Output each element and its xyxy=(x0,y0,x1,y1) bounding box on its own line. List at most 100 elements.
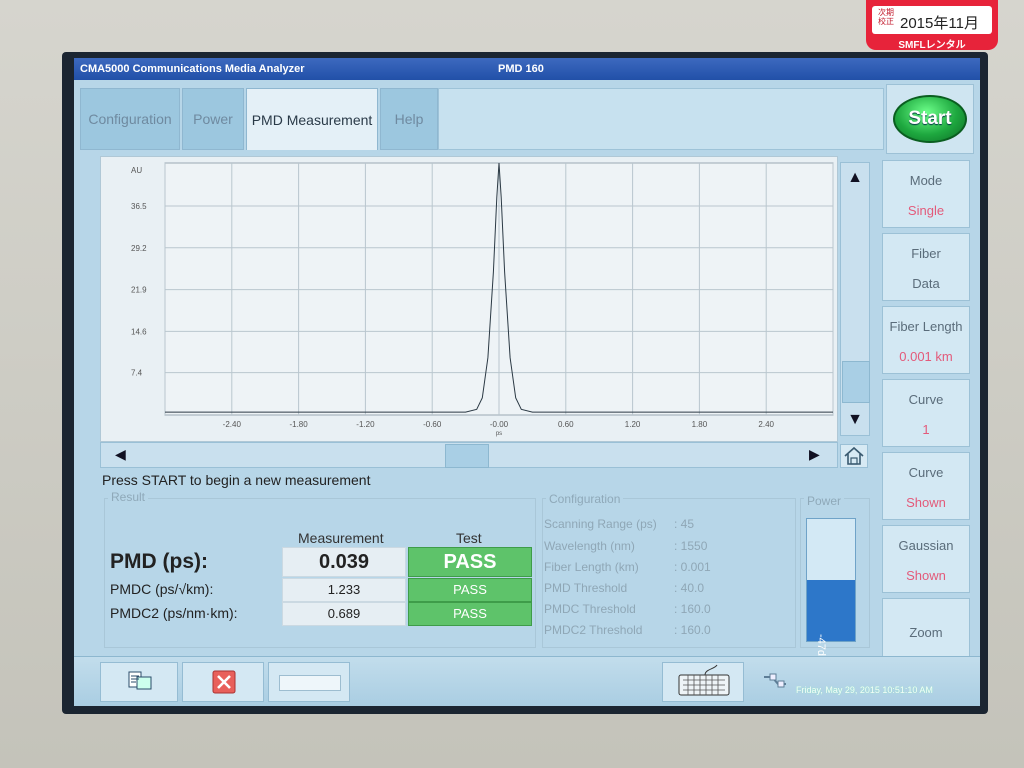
x-tick-label: -2.40 xyxy=(223,420,242,429)
test-header: Test xyxy=(456,530,482,546)
pmd-value: 0.039 xyxy=(282,547,406,577)
vertical-scroll-thumb[interactable] xyxy=(842,361,870,403)
measurement-header: Measurement xyxy=(298,530,384,546)
pmdc2-label: PMDC2 (ps/nm·km): xyxy=(110,605,238,621)
title-bar: CMA5000 Communications Media Analyzer PM… xyxy=(74,58,980,80)
cfg-wavelength-label: Wavelength (nm) xyxy=(544,539,635,553)
pmdc-value: 1.233 xyxy=(282,578,406,602)
home-glyph xyxy=(844,446,864,465)
gaussian-label: Gaussian xyxy=(898,538,954,553)
x-tick-label: -0.60 xyxy=(423,420,442,429)
cfg-scanning-range-label: Scanning Range (ps) xyxy=(544,517,657,531)
result-legend: Result xyxy=(108,490,149,504)
scroll-up-icon[interactable]: ▲ xyxy=(841,169,869,187)
x-tick-label: -0.00 xyxy=(490,420,509,429)
cfg-pmdc2-threshold-label: PMDC2 Threshold xyxy=(544,623,643,637)
network-icon xyxy=(762,671,788,696)
scroll-down-icon[interactable]: ▼ xyxy=(841,411,869,429)
taskbar: Friday, May 29, 2015 10:51:10 AM xyxy=(74,656,980,706)
pmdc-test-result: PASS xyxy=(408,578,532,602)
x-tick-label: -1.80 xyxy=(289,420,308,429)
keyboard-icon xyxy=(678,664,730,696)
curve-shown-button[interactable]: Curve Shown xyxy=(882,452,970,520)
home-icon[interactable] xyxy=(840,444,868,468)
start-button-label: Start xyxy=(893,95,967,143)
y-tick-label: 7.4 xyxy=(131,369,143,378)
curve-label: Curve xyxy=(908,392,944,407)
close-button[interactable] xyxy=(182,662,264,702)
sticker-inner: 次期校正 2015年11月 xyxy=(872,6,992,34)
cfg-pmdc2-threshold-value: : 160.0 xyxy=(674,623,711,637)
x-tick-label: 1.20 xyxy=(625,420,641,429)
close-icon xyxy=(212,670,236,694)
network-glyph xyxy=(764,673,786,688)
mode-button[interactable]: Mode Single xyxy=(882,160,970,228)
blank-slot xyxy=(279,675,341,691)
curve-button[interactable]: Curve 1 xyxy=(882,379,970,447)
x-axis-label: ps xyxy=(496,431,502,437)
vertical-scrollbar[interactable]: ▲ ▼ xyxy=(840,162,870,436)
cfg-pmdc-threshold-label: PMDC Threshold xyxy=(544,602,636,616)
status-message: Press START to begin a new measurement xyxy=(102,472,371,488)
zoom-label: Zoom xyxy=(909,625,943,640)
power-meter: -47dB xyxy=(806,518,856,663)
sticker-brand: SMFLレンタル xyxy=(898,40,966,51)
scroll-left-icon[interactable]: ◀ xyxy=(115,446,126,463)
cfg-pmd-threshold-label: PMD Threshold xyxy=(544,581,628,595)
power-legend: Power xyxy=(804,494,845,508)
y-tick-label: 14.6 xyxy=(131,327,147,336)
pmdc-label: PMDC (ps/√km): xyxy=(110,581,214,597)
fiber-length-value: 0.001 km xyxy=(899,349,953,364)
y-tick-label: 21.9 xyxy=(131,286,147,295)
fiber-data-sub: Data xyxy=(912,276,940,291)
horizontal-scroll-thumb[interactable] xyxy=(445,444,489,468)
start-button[interactable]: Start xyxy=(886,84,974,154)
gaussian-button[interactable]: Gaussian Shown xyxy=(882,525,970,593)
fiber-data-button[interactable]: Fiber Data xyxy=(882,233,970,301)
module-title: PMD 160 xyxy=(498,63,544,75)
tab-configuration[interactable]: Configuration xyxy=(80,88,180,150)
pmd-test-result: PASS xyxy=(408,547,532,577)
y-tick-label: 36.5 xyxy=(131,202,147,211)
sticker-kanji: 次期校正 xyxy=(878,8,894,26)
keyboard-button[interactable] xyxy=(662,662,744,702)
y-tick-label: 29.2 xyxy=(131,244,147,253)
gaussian-value: Shown xyxy=(906,568,946,583)
curve-shown-label: Curve xyxy=(908,465,944,480)
screen: CMA5000 Communications Media Analyzer PM… xyxy=(74,58,980,706)
file-manager-button[interactable] xyxy=(100,662,178,702)
sticker-date: 2015年11月 xyxy=(900,15,979,32)
tabbar-fill xyxy=(438,88,884,150)
fiber-length-label: Fiber Length xyxy=(889,319,963,334)
cfg-scanning-range-value: : 45 xyxy=(674,517,695,531)
fiber-data-label: Fiber xyxy=(911,246,941,261)
x-tick-label: 1.80 xyxy=(692,420,708,429)
app-title: CMA5000 Communications Media Analyzer xyxy=(80,63,305,75)
mode-value: Single xyxy=(907,203,945,218)
scroll-right-icon[interactable]: ▶ xyxy=(809,446,820,463)
file-manager-icon xyxy=(128,671,152,690)
configuration-legend: Configuration xyxy=(546,492,624,506)
power-meter-fill: -47dB xyxy=(807,580,855,663)
tab-pmd-measurement[interactable]: PMD Measurement xyxy=(246,88,378,150)
horizontal-scrollbar[interactable]: ◀ ▶ xyxy=(100,442,838,468)
tab-power[interactable]: Power xyxy=(182,88,244,150)
y-axis-label: AU xyxy=(131,166,142,175)
mode-label: Mode xyxy=(909,173,943,188)
tab-help[interactable]: Help xyxy=(380,88,438,150)
x-tick-label: 2.40 xyxy=(758,420,774,429)
curve-shown-value: Shown xyxy=(906,495,946,510)
cfg-wavelength-value: : 1550 xyxy=(674,539,708,553)
blank-button[interactable] xyxy=(268,662,350,702)
cfg-pmdc-threshold-value: : 160.0 xyxy=(674,602,711,616)
x-tick-label: -1.20 xyxy=(356,420,375,429)
x-tick-label: 0.60 xyxy=(558,420,574,429)
calibration-sticker: 次期校正 2015年11月 SMFLレンタル xyxy=(866,0,998,51)
plot-panel: AU 7.4 14.6 21.9 29.2 36.5 -2.40 -1.80 -1.20 -0.6… xyxy=(100,156,838,442)
pmdc2-test-result: PASS xyxy=(408,602,532,626)
datetime: Friday, May 29, 2015 10:51:10 AM xyxy=(796,685,933,695)
pmd-chart: AU 7.4 14.6 21.9 29.2 36.5 -2.40 -1.80 -1.20 -0.6… xyxy=(131,162,834,437)
pmdc2-value: 0.689 xyxy=(282,602,406,626)
cfg-fiber-length-label: Fiber Length (km) xyxy=(544,560,639,574)
fiber-length-button[interactable]: Fiber Length 0.001 km xyxy=(882,306,970,374)
